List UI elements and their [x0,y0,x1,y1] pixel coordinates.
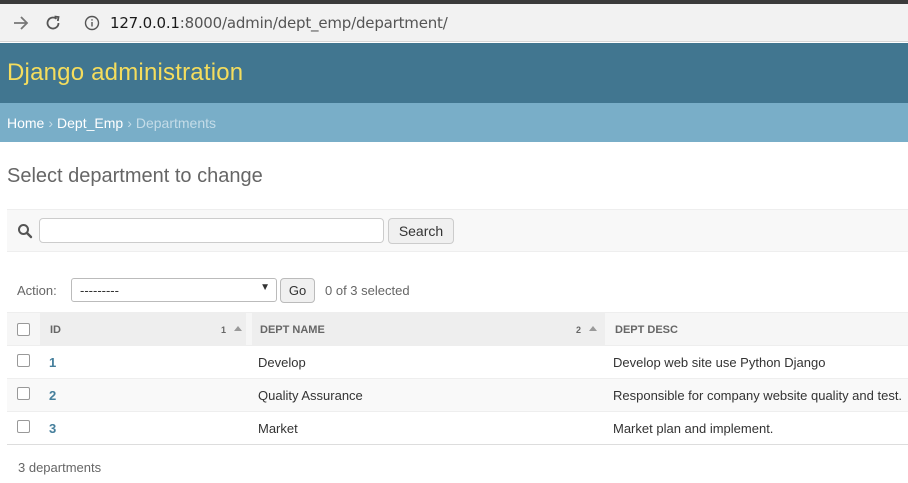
sort-ascending-icon[interactable] [234,326,242,331]
row-dept-desc: Market plan and implement. [613,421,774,436]
search-icon [17,223,33,239]
search-button[interactable]: Search [388,218,454,244]
search-toolbar: Search [7,209,908,252]
table-row: 1 Develop Develop web site use Python Dj… [7,346,908,379]
go-button[interactable]: Go [280,278,315,303]
row-checkbox[interactable] [17,354,30,367]
row-dept-desc: Responsible for company website quality … [613,388,903,403]
breadcrumb-separator: › [127,115,132,131]
column-label: ID [50,323,61,336]
action-label: Action: [17,283,57,298]
selected-count: 0 of 3 selected [325,283,410,298]
sort-priority: 1 [221,325,227,335]
action-select[interactable]: --------- ▼ [71,278,277,302]
row-dept-name: Develop [258,355,306,370]
dropdown-arrow-icon: ▼ [260,282,270,293]
column-label: Dept Name [260,323,325,336]
search-input[interactable] [39,218,384,243]
url-host: 127.0.0.1 [110,14,180,32]
sort-ascending-icon[interactable] [589,326,597,331]
table-row: 2 Quality Assurance Responsible for comp… [7,379,908,412]
action-selected-option: --------- [80,283,119,298]
column-header-dept-desc[interactable]: Dept Desc [605,313,908,346]
table-header: ID 1 Dept Name 2 Dept Desc [7,312,908,346]
address-bar[interactable]: 127.0.0.1:8000/admin/dept_emp/department… [110,14,448,32]
select-all-checkbox[interactable] [17,323,30,336]
breadcrumb: Home › Dept_Emp › Departments [0,103,908,142]
row-id-link[interactable]: 1 [49,355,56,370]
breadcrumb-current: Departments [135,115,217,131]
column-header-id[interactable]: ID 1 [40,313,246,346]
back-arrow-icon[interactable] [10,12,32,34]
site-info-icon[interactable] [84,15,100,31]
paginator: 3 departments [18,460,102,475]
row-dept-name: Market [258,421,298,436]
row-checkbox[interactable] [17,420,30,433]
url-path: :8000/admin/dept_emp/department/ [179,14,448,32]
row-id-link[interactable]: 2 [49,388,56,403]
row-dept-name: Quality Assurance [258,388,363,403]
browser-toolbar: 127.0.0.1:8000/admin/dept_emp/department… [0,4,908,42]
table-row: 3 Market Market plan and implement. [7,412,908,445]
select-all-cell [7,313,40,346]
site-header: Django administration [0,43,908,103]
breadcrumb-app[interactable]: Dept_Emp [57,115,123,131]
row-dept-desc: Develop web site use Python Django [613,355,826,370]
paginator-divider [7,444,908,445]
column-label: Dept Desc [615,323,678,336]
sort-priority: 2 [576,325,582,335]
actions-bar: Action: --------- ▼ Go 0 of 3 selected [7,274,908,310]
column-header-dept-name[interactable]: Dept Name 2 [252,313,605,346]
reload-icon[interactable] [42,12,64,34]
site-brand[interactable]: Django administration [7,59,243,87]
results-table: ID 1 Dept Name 2 Dept Desc 1 Develop Dev… [7,312,908,445]
breadcrumb-separator: › [48,115,54,131]
page-title: Select department to change [7,165,263,187]
breadcrumb-home[interactable]: Home [7,115,44,131]
row-checkbox[interactable] [17,387,30,400]
row-id-link[interactable]: 3 [49,421,56,436]
